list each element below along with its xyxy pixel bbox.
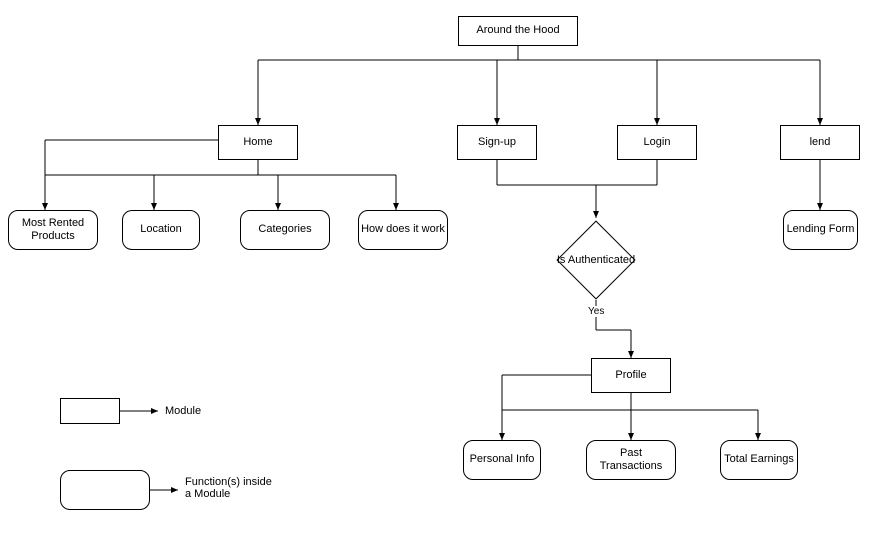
- node-lend: lend: [780, 125, 860, 160]
- node-most-rented: Most Rented Products: [8, 210, 98, 250]
- node-categories: Categories: [240, 210, 330, 250]
- node-home: Home: [218, 125, 298, 160]
- node-signup-label: Sign-up: [478, 136, 516, 149]
- node-login-label: Login: [644, 136, 671, 149]
- node-lending-form: Lending Form: [783, 210, 858, 250]
- node-is-authenticated: Is Authenticated: [556, 220, 635, 299]
- node-location-label: Location: [140, 223, 182, 236]
- legend-module-label: Module: [165, 405, 201, 417]
- node-login: Login: [617, 125, 697, 160]
- edge-label-yes: Yes: [586, 306, 606, 317]
- node-past-transactions-label: Past Transactions: [589, 447, 673, 473]
- node-past-transactions: Past Transactions: [586, 440, 676, 480]
- node-total-earnings: Total Earnings: [720, 440, 798, 480]
- node-root-label: Around the Hood: [476, 24, 559, 37]
- node-lending-form-label: Lending Form: [787, 223, 855, 236]
- node-location: Location: [122, 210, 200, 250]
- node-personal-info-label: Personal Info: [470, 453, 535, 466]
- diagram-canvas: Around the Hood Home Sign-up Login lend …: [0, 0, 880, 550]
- legend-function-label: Function(s) inside a Module: [185, 476, 275, 500]
- node-profile: Profile: [591, 358, 671, 393]
- node-how-work-label: How does it work: [361, 223, 445, 236]
- legend-function-box: [60, 470, 150, 510]
- node-home-label: Home: [243, 136, 272, 149]
- node-signup: Sign-up: [457, 125, 537, 160]
- legend-module-box: [60, 398, 120, 424]
- node-how-work: How does it work: [358, 210, 448, 250]
- node-total-earnings-label: Total Earnings: [724, 453, 794, 466]
- node-most-rented-label: Most Rented Products: [11, 217, 95, 243]
- node-root: Around the Hood: [458, 16, 578, 46]
- node-personal-info: Personal Info: [463, 440, 541, 480]
- node-lend-label: lend: [810, 136, 831, 149]
- node-categories-label: Categories: [258, 223, 311, 236]
- node-is-authenticated-label: Is Authenticated: [551, 254, 641, 266]
- node-profile-label: Profile: [615, 369, 646, 382]
